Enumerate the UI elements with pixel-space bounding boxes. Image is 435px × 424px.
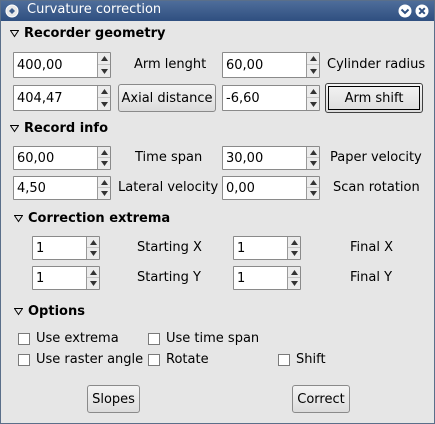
final-x-input[interactable] bbox=[234, 237, 288, 259]
section-title: Correction extrema bbox=[28, 211, 171, 226]
spin-down-icon[interactable] bbox=[87, 278, 99, 289]
titlebar[interactable]: Curvature correction bbox=[1, 1, 434, 21]
expander-down-icon bbox=[14, 215, 23, 223]
spin-down-icon[interactable] bbox=[98, 65, 110, 77]
spin-down-icon[interactable] bbox=[288, 248, 300, 259]
checkbox-label: Use extrema bbox=[36, 331, 119, 346]
checkbox-label: Use raster angle bbox=[36, 352, 144, 367]
starting-x-spinner[interactable] bbox=[32, 236, 100, 260]
arm-length-label: Arm lenght bbox=[134, 57, 207, 72]
recorder-geometry-header[interactable]: Recorder geometry bbox=[10, 26, 165, 41]
spin-down-icon[interactable] bbox=[307, 188, 319, 199]
spin-down-icon[interactable] bbox=[98, 188, 110, 199]
section-title: Record info bbox=[24, 121, 109, 136]
spin-up-icon[interactable] bbox=[98, 86, 110, 98]
paper-velocity-spinner[interactable] bbox=[222, 146, 320, 170]
checkbox-box[interactable] bbox=[278, 353, 290, 366]
spin-up-icon[interactable] bbox=[288, 237, 300, 248]
axial-distance-button[interactable]: Axial distance bbox=[118, 84, 216, 112]
starting-y-spinner[interactable] bbox=[32, 266, 100, 290]
checkbox-box[interactable] bbox=[148, 332, 160, 345]
use-extrema-checkbox[interactable]: Use extrema bbox=[18, 331, 119, 346]
close-icon[interactable] bbox=[415, 4, 429, 18]
final-y-spinner[interactable] bbox=[233, 266, 301, 290]
spin-down-icon[interactable] bbox=[307, 65, 319, 77]
checkbox-label: Use time span bbox=[166, 331, 260, 346]
axial-distance-spinner[interactable] bbox=[13, 85, 111, 111]
checkbox-box[interactable] bbox=[18, 353, 30, 366]
checkbox-box[interactable] bbox=[18, 332, 30, 345]
spin-up-icon[interactable] bbox=[98, 53, 110, 65]
spin-up-icon[interactable] bbox=[288, 267, 300, 278]
spin-down-icon[interactable] bbox=[87, 248, 99, 259]
starting-x-label: Starting X bbox=[137, 240, 202, 255]
time-span-spinner[interactable] bbox=[13, 146, 111, 170]
lateral-velocity-spinner[interactable] bbox=[13, 176, 111, 200]
final-x-label: Final X bbox=[350, 240, 393, 255]
spin-down-icon[interactable] bbox=[307, 158, 319, 169]
starting-x-input[interactable] bbox=[33, 237, 87, 259]
axial-distance-input[interactable] bbox=[14, 86, 98, 110]
checkbox-label: Rotate bbox=[166, 352, 209, 367]
scan-rotation-label: Scan rotation bbox=[333, 180, 420, 195]
record-info-header[interactable]: Record info bbox=[10, 121, 108, 136]
curvature-correction-window: Curvature correction Recorder geometry A… bbox=[0, 0, 435, 424]
section-title: Recorder geometry bbox=[24, 26, 166, 41]
cylinder-radius-spinner[interactable] bbox=[222, 52, 320, 78]
expander-down-icon bbox=[14, 308, 23, 316]
final-y-input[interactable] bbox=[234, 267, 288, 289]
spin-up-icon[interactable] bbox=[98, 147, 110, 158]
starting-y-input[interactable] bbox=[33, 267, 87, 289]
section-title: Options bbox=[28, 304, 85, 319]
paper-velocity-label: Paper velocity bbox=[330, 150, 422, 165]
spin-down-icon[interactable] bbox=[288, 278, 300, 289]
final-y-label: Final Y bbox=[350, 270, 393, 285]
options-header[interactable]: Options bbox=[14, 304, 85, 319]
spin-up-icon[interactable] bbox=[98, 177, 110, 188]
arm-shift-spinner[interactable] bbox=[222, 85, 320, 111]
time-span-input[interactable] bbox=[14, 147, 98, 169]
checkbox-label: Shift bbox=[296, 352, 326, 367]
spin-up-icon[interactable] bbox=[307, 53, 319, 65]
arm-shift-button[interactable]: Arm shift bbox=[325, 83, 423, 113]
expander-down-icon bbox=[10, 125, 19, 133]
rotate-checkbox[interactable]: Rotate bbox=[148, 352, 209, 367]
expander-down-icon bbox=[10, 30, 19, 38]
app-menu-icon[interactable] bbox=[5, 4, 19, 18]
correct-button[interactable]: Correct bbox=[292, 385, 350, 413]
use-time-span-checkbox[interactable]: Use time span bbox=[148, 331, 259, 346]
window-title: Curvature correction bbox=[27, 2, 162, 17]
paper-velocity-input[interactable] bbox=[223, 147, 307, 169]
spin-down-icon[interactable] bbox=[98, 98, 110, 110]
slopes-button[interactable]: Slopes bbox=[87, 385, 140, 413]
final-x-spinner[interactable] bbox=[233, 236, 301, 260]
spin-up-icon[interactable] bbox=[307, 86, 319, 98]
arm-length-input[interactable] bbox=[14, 53, 98, 77]
cylinder-radius-input[interactable] bbox=[223, 53, 307, 77]
spin-up-icon[interactable] bbox=[307, 177, 319, 188]
time-span-label: Time span bbox=[135, 150, 203, 165]
spin-down-icon[interactable] bbox=[307, 98, 319, 110]
cylinder-radius-label: Cylinder radius bbox=[327, 57, 426, 72]
lateral-velocity-input[interactable] bbox=[14, 177, 98, 199]
checkbox-box[interactable] bbox=[148, 353, 160, 366]
spin-up-icon[interactable] bbox=[87, 237, 99, 248]
correction-extrema-header[interactable]: Correction extrema bbox=[14, 211, 170, 226]
scan-rotation-input[interactable] bbox=[223, 177, 307, 199]
use-raster-angle-checkbox[interactable]: Use raster angle bbox=[18, 352, 143, 367]
shade-icon[interactable] bbox=[398, 4, 412, 18]
shift-checkbox[interactable]: Shift bbox=[278, 352, 326, 367]
arm-length-spinner[interactable] bbox=[13, 52, 111, 78]
spin-down-icon[interactable] bbox=[98, 158, 110, 169]
lateral-velocity-label: Lateral velocity bbox=[118, 180, 219, 195]
spin-up-icon[interactable] bbox=[87, 267, 99, 278]
starting-y-label: Starting Y bbox=[137, 270, 201, 285]
spin-up-icon[interactable] bbox=[307, 147, 319, 158]
arm-shift-input[interactable] bbox=[223, 86, 307, 110]
scan-rotation-spinner[interactable] bbox=[222, 176, 320, 200]
